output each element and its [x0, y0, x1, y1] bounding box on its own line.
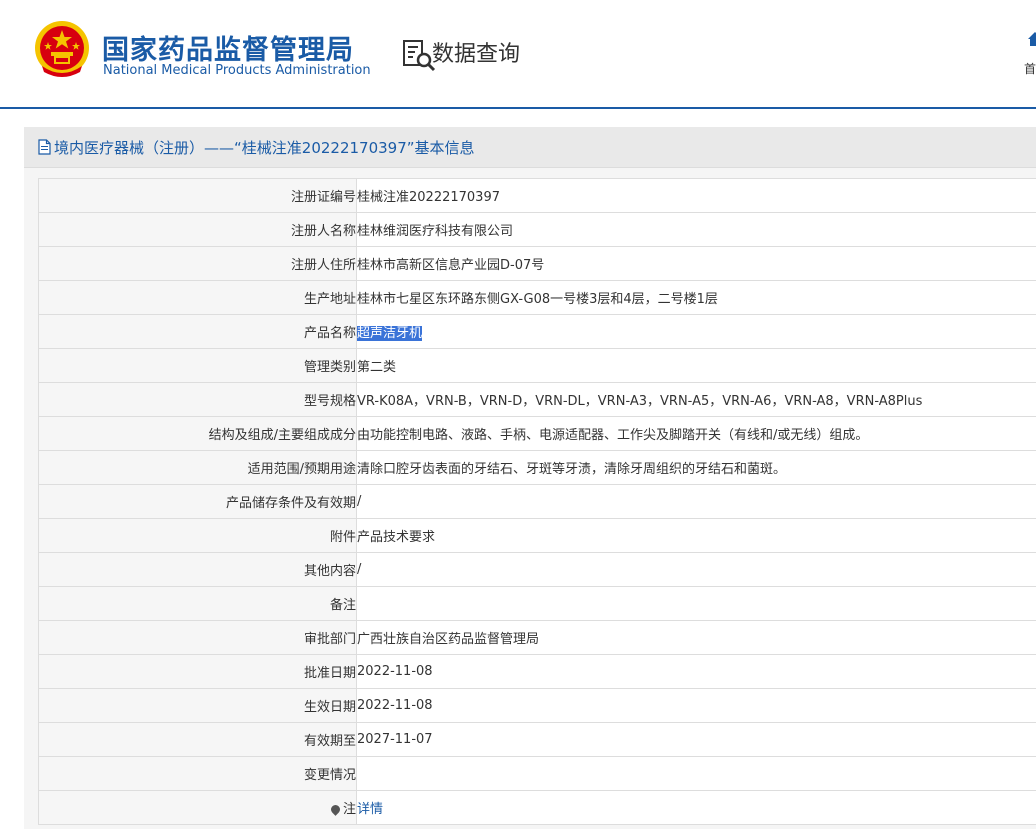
table-row: 有效期至 2027-11-07: [38, 722, 1036, 757]
detail-panel: 境内医疗器械（注册）——“桂械注准20222170397”基本信息 注册证编号 …: [24, 127, 1036, 829]
table-row: 批准日期 2022-11-08: [38, 654, 1036, 689]
selected-text[interactable]: 超声洁牙机: [357, 326, 423, 341]
table-row: 产品名称 超声洁牙机: [38, 314, 1036, 349]
row-value: 第二类: [356, 348, 1036, 383]
row-label: 产品储存条件及有效期: [38, 484, 357, 519]
header-divider: [0, 107, 1036, 109]
row-value: [356, 756, 1036, 791]
panel-header: 境内医疗器械（注册）——“桂械注准20222170397”基本信息: [24, 127, 1036, 168]
pin-icon: [329, 803, 342, 816]
row-label: 注: [38, 790, 357, 825]
table-row: 注册人名称 桂林维润医疗科技有限公司: [38, 212, 1036, 247]
table-row: 注册人住所 桂林市高新区信息产业园D-07号: [38, 246, 1036, 281]
row-value: 广西壮族自治区药品监督管理局: [356, 620, 1036, 655]
table-row: 适用范围/预期用途 清除口腔牙齿表面的牙结石、牙斑等牙渍，清除牙周组织的牙结石和…: [38, 450, 1036, 485]
home-icon: [1028, 32, 1036, 46]
home-link[interactable]: 首页: [1020, 30, 1036, 80]
row-value: 清除口腔牙齿表面的牙结石、牙斑等牙渍，清除牙周组织的牙结石和菌斑。: [356, 450, 1036, 485]
row-value: 桂械注准20222170397: [356, 178, 1036, 213]
row-value: 产品技术要求: [356, 518, 1036, 553]
row-value: 由功能控制电路、液路、手柄、电源适配器、工作尖及脚踏开关（有线和/或无线）组成。: [356, 416, 1036, 451]
document-search-icon: [403, 40, 436, 72]
note-label: 注: [342, 802, 356, 817]
org-name-cn: 国家药品监督管理局: [102, 35, 354, 66]
row-label: 有效期至: [38, 722, 357, 757]
panel-title: 境内医疗器械（注册）——“桂械注准20222170397”基本信息: [54, 139, 475, 157]
table-row: 注册证编号 桂械注准20222170397: [38, 178, 1036, 213]
row-value: 2027-11-07: [356, 722, 1036, 757]
national-emblem-logo: [35, 21, 89, 77]
row-label: 备注: [38, 586, 357, 621]
table-row: 变更情况: [38, 756, 1036, 791]
row-label: 变更情况: [38, 756, 357, 791]
row-label: 其他内容: [38, 552, 357, 587]
table-row: 生效日期 2022-11-08: [38, 688, 1036, 723]
row-value: VR-K08A，VRN-B，VRN-D，VRN-DL，VRN-A3，VRN-A5…: [356, 382, 1036, 417]
data-query-title: 数据查询: [432, 42, 521, 67]
table-row: 生产地址 桂林市七星区东环路东侧GX-G08一号楼3层和4层，二号楼1层: [38, 280, 1036, 315]
org-name-en: National Medical Products Administration: [103, 63, 371, 78]
details-link[interactable]: 详情: [358, 802, 384, 817]
table-row: 审批部门 广西壮族自治区药品监督管理局: [38, 620, 1036, 655]
row-value: /: [356, 552, 1036, 587]
row-label: 管理类别: [38, 348, 357, 383]
table-row: 产品储存条件及有效期 /: [38, 484, 1036, 519]
row-value: [356, 586, 1036, 621]
row-label: 适用范围/预期用途: [38, 450, 357, 485]
row-value: 详情: [356, 790, 1036, 825]
row-value: 桂林市七星区东环路东侧GX-G08一号楼3层和4层，二号楼1层: [356, 280, 1036, 315]
registration-info-table: 注册证编号 桂械注准20222170397 注册人名称 桂林维润医疗科技有限公司…: [38, 178, 1036, 825]
row-value: /: [356, 484, 1036, 519]
row-label: 产品名称: [38, 314, 357, 349]
row-label: 生产地址: [38, 280, 357, 315]
row-label: 型号规格: [38, 382, 357, 417]
row-value: 桂林市高新区信息产业园D-07号: [356, 246, 1036, 281]
row-label: 注册人名称: [38, 212, 357, 247]
row-value: 桂林维润医疗科技有限公司: [356, 212, 1036, 247]
row-value: 2022-11-08: [356, 688, 1036, 723]
row-label: 审批部门: [38, 620, 357, 655]
table-row: 管理类别 第二类: [38, 348, 1036, 383]
table-row: 其他内容 /: [38, 552, 1036, 587]
row-label: 生效日期: [38, 688, 357, 723]
document-icon: [38, 139, 51, 155]
row-value: 2022-11-08: [356, 654, 1036, 689]
site-header: 国家药品监督管理局 National Medical Products Admi…: [0, 0, 1036, 108]
table-row: 型号规格 VR-K08A，VRN-B，VRN-D，VRN-DL，VRN-A3，V…: [38, 382, 1036, 417]
row-label: 附件: [38, 518, 357, 553]
table-row: 备注: [38, 586, 1036, 621]
row-label: 注册人住所: [38, 246, 357, 281]
table-row: 附件 产品技术要求: [38, 518, 1036, 553]
table-row: 结构及组成/主要组成成分 由功能控制电路、液路、手柄、电源适配器、工作尖及脚踏开…: [38, 416, 1036, 451]
row-label: 批准日期: [38, 654, 357, 689]
row-value: 超声洁牙机: [356, 314, 1036, 349]
home-label: 首页: [1024, 62, 1036, 76]
row-label: 注册证编号: [38, 178, 357, 213]
table-row: 注 详情: [38, 790, 1036, 825]
row-label: 结构及组成/主要组成成分: [38, 416, 357, 451]
